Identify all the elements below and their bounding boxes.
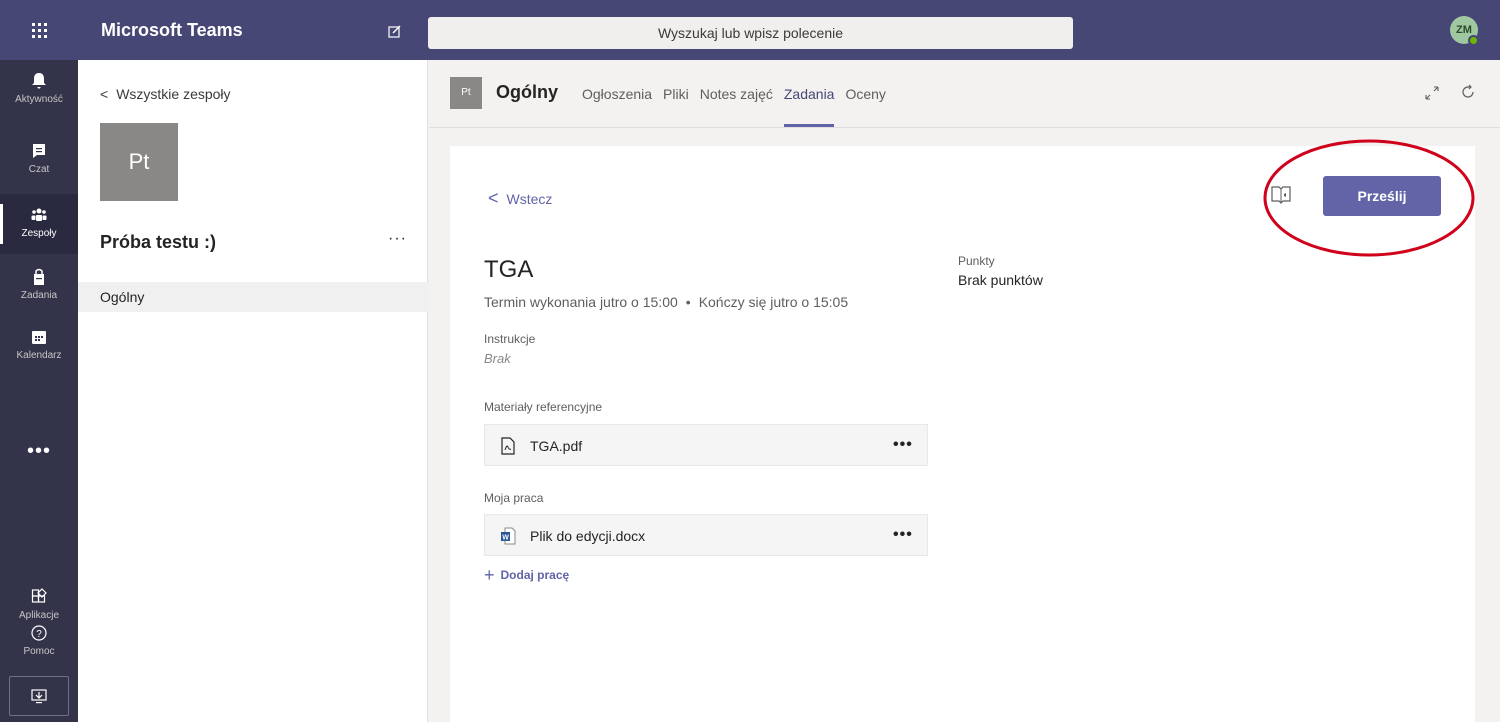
all-teams-label: Wszystkie zespoły	[116, 86, 231, 102]
bell-icon	[32, 73, 46, 89]
app-launcher-button[interactable]	[0, 0, 78, 60]
all-teams-link[interactable]: < Wszystkie zespoły	[100, 86, 231, 102]
presence-status-icon	[1468, 35, 1479, 46]
more-apps-button[interactable]: •••	[0, 440, 78, 463]
channel-title: Ogólny	[496, 82, 558, 102]
reference-file-row[interactable]: TGA.pdf •••	[484, 424, 928, 466]
reference-materials-label: Materiały referencyjne	[484, 400, 603, 414]
file-more-button[interactable]: •••	[893, 526, 913, 544]
rail-item-teams[interactable]: Zespoły	[0, 194, 78, 254]
tab-assignments[interactable]: Zadania	[783, 86, 834, 127]
file-name: TGA.pdf	[530, 438, 583, 454]
channel-tabs: Ogłoszenia Pliki Notes zajęć Zadania Oce…	[582, 86, 897, 127]
help-icon: ?	[31, 625, 47, 641]
channel-header: Pt Ogólny Ogłoszenia Pliki Notes zajęć Z…	[429, 60, 1500, 128]
apps-icon	[31, 588, 47, 603]
channel-avatar: Pt	[450, 77, 482, 109]
tab-grades[interactable]: Oceny	[845, 86, 885, 102]
separator-dot: •	[685, 294, 691, 310]
rail-item-label: Pomoc	[23, 646, 55, 657]
new-chat-icon[interactable]	[388, 24, 402, 38]
tab-announcements[interactable]: Ogłoszenia	[582, 86, 652, 102]
teams-panel: < Wszystkie zespoły Pt Próba testu :) ···…	[78, 60, 428, 722]
file-name: Plik do edycji.docx	[530, 528, 646, 544]
waffle-icon	[31, 22, 47, 38]
due-date-text: Termin wykonania jutro o 15:00	[484, 294, 678, 310]
assignment-card: < Wstecz Prześlij TGA Termin wykonania ju…	[450, 139, 1475, 722]
assignments-icon	[34, 268, 44, 285]
immersive-reader-icon[interactable]	[1270, 184, 1292, 206]
team-more-button[interactable]: ···	[388, 230, 407, 248]
rail-item-label: Aktywność	[15, 94, 63, 105]
team-name: Próba testu :)	[100, 232, 217, 252]
rail-item-calendar[interactable]: Kalendarz	[0, 316, 78, 376]
points-label: Punkty	[958, 254, 995, 268]
rail-item-label: Zespoły	[21, 228, 57, 239]
rail-item-label: Kalendarz	[16, 350, 62, 361]
add-work-label: Dodaj pracę	[500, 568, 570, 582]
file-more-button[interactable]: •••	[893, 436, 913, 454]
search-input[interactable]: Wyszukaj lub wpisz polecenie	[428, 17, 1073, 49]
tab-files[interactable]: Pliki	[663, 86, 689, 102]
svg-text:?: ?	[36, 629, 42, 640]
close-date-text: Kończy się jutro o 15:05	[698, 294, 849, 310]
download-icon	[31, 689, 47, 704]
refresh-icon[interactable]	[1460, 84, 1476, 100]
instructions-label: Instrukcje	[484, 332, 536, 346]
instructions-value: Brak	[484, 351, 511, 366]
svg-text:W: W	[502, 535, 509, 542]
points-value: Brak punktów	[958, 272, 1043, 288]
rail-item-assignments[interactable]: Zadania	[0, 256, 78, 316]
submit-button[interactable]: Prześlij	[1323, 176, 1441, 216]
assignment-title: TGA	[484, 256, 534, 283]
pdf-file-icon	[501, 437, 515, 455]
top-bar: Microsoft Teams Wyszukaj lub wpisz polec…	[0, 0, 1500, 60]
my-work-label: Moja praca	[484, 491, 544, 505]
back-label: Wstecz	[506, 191, 553, 207]
team-avatar: Pt	[100, 123, 178, 201]
chevron-left-icon: <	[100, 86, 109, 102]
my-work-file-row[interactable]: W Plik do edycji.docx •••	[484, 514, 928, 556]
chat-icon	[33, 144, 45, 158]
chevron-left-icon: <	[488, 188, 499, 208]
tab-class-notebook[interactable]: Notes zajęć	[700, 86, 773, 102]
channel-item-general[interactable]: Ogólny	[78, 282, 428, 312]
plus-icon: +	[484, 565, 495, 585]
due-date: Termin wykonania jutro o 15:00 • Kończy si…	[484, 294, 848, 310]
rail-item-label: Czat	[28, 164, 50, 175]
expand-icon[interactable]	[1425, 86, 1439, 100]
download-app-button[interactable]	[9, 676, 69, 716]
calendar-icon	[32, 331, 46, 344]
back-button[interactable]: < Wstecz	[488, 188, 552, 209]
add-work-button[interactable]: + Dodaj pracę	[484, 565, 569, 586]
app-rail: Aktywność Czat Zespoły Zadania Kalendarz…	[0, 60, 78, 722]
word-file-icon: W	[501, 527, 516, 545]
rail-item-help[interactable]: ? Pomoc	[0, 612, 78, 672]
teams-icon	[31, 208, 47, 221]
app-name: Microsoft Teams	[101, 20, 243, 40]
rail-item-label: Zadania	[20, 290, 58, 301]
rail-item-chat[interactable]: Czat	[0, 130, 78, 190]
rail-item-activity[interactable]: Aktywność	[0, 60, 78, 120]
